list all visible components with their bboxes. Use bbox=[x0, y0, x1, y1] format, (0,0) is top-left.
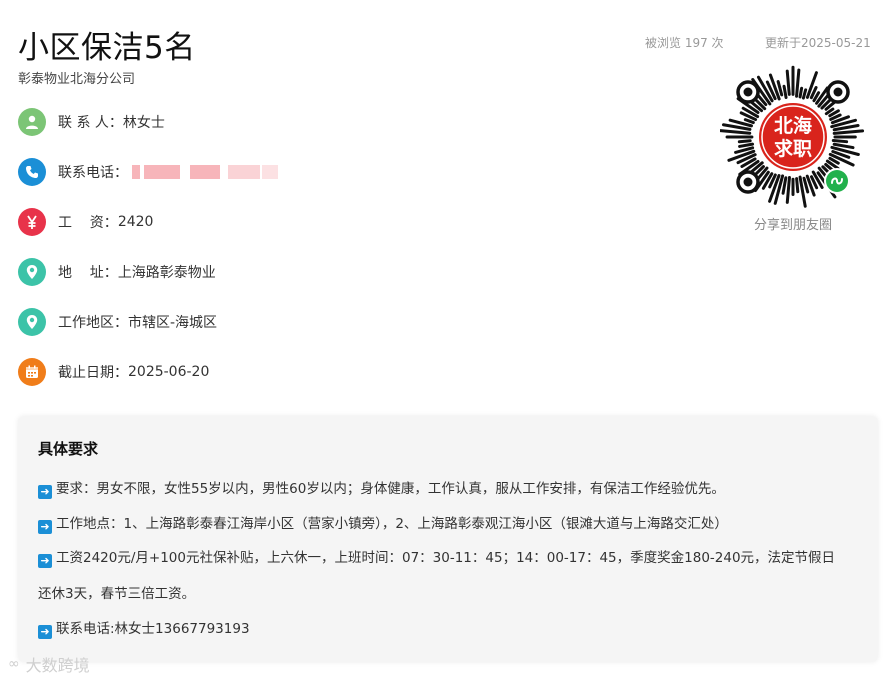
yen-icon bbox=[18, 208, 46, 236]
watermark: ∞ 大数跨境 bbox=[8, 652, 90, 676]
right-arrow-icon: ➜ bbox=[38, 520, 52, 534]
phone-label: 联系电话： bbox=[58, 165, 128, 181]
share-to-moments[interactable]: 分享到朋友圈 bbox=[700, 214, 886, 233]
requirement-line: ➜ 工资2420元/月+100元社保补贴，上六休一，上班时间：07：30-11：4… bbox=[38, 546, 835, 568]
qr-ray bbox=[795, 177, 800, 194]
qr-logo-text-bottom: 求职 bbox=[774, 137, 812, 160]
salary-row: 工 资： 2420 bbox=[18, 207, 153, 237]
contact-phone-text: 联系电话:林女士13667793193 bbox=[56, 621, 250, 637]
requirement-line: ➜ 工作地点：1、上海路彰泰春江海岸小区（营家小镇旁），2、上海路彰泰观江海小区（… bbox=[38, 512, 728, 534]
qr-ray bbox=[832, 129, 865, 135]
requirement-line-continued: 还休3天，春节三倍工资。 bbox=[38, 582, 195, 602]
salary-detail-text: 工资2420元/月+100元社保补贴，上六休一，上班时间：07：30-11：45… bbox=[56, 550, 836, 566]
qr-ray bbox=[831, 139, 849, 144]
job-title: 小区保洁5名 bbox=[18, 30, 196, 66]
requirements-title: 具体要求 bbox=[38, 440, 99, 458]
person-icon bbox=[18, 108, 46, 136]
qr-ray bbox=[737, 139, 752, 144]
location-pin-icon bbox=[18, 308, 46, 336]
qr-ray bbox=[785, 175, 791, 204]
qr-logo-text-top: 北海 bbox=[774, 114, 812, 137]
right-arrow-icon: ➜ bbox=[38, 625, 52, 639]
address-value: 上海路彰泰物业 bbox=[117, 265, 216, 281]
deadline-row: 截止日期： 2025-06-20 bbox=[18, 357, 209, 387]
mini-program-qr-code[interactable]: 北海 求职 bbox=[719, 64, 866, 210]
requirement-line: ➜ 要求：男女不限，女性55岁以内，男性60岁以内；身体健康，工作认真，服从工作安… bbox=[38, 477, 725, 499]
phone-row: 联系电话： bbox=[18, 157, 278, 187]
qr-finder-eye-center bbox=[833, 87, 843, 97]
qr-ray bbox=[801, 88, 808, 100]
requirement-text: 要求：男女不限，女性55岁以内，男性60岁以内；身体健康，工作认真，服从工作安排… bbox=[56, 481, 725, 497]
contact-value: 林女士 bbox=[122, 115, 165, 131]
address-label: 地 址： bbox=[58, 265, 118, 281]
qr-finder-eye-center bbox=[743, 177, 753, 187]
address-row: 地 址： 上海路彰泰物业 bbox=[18, 257, 216, 287]
area-label: 工作地区： bbox=[58, 315, 128, 331]
qr-ray bbox=[785, 69, 791, 96]
area-value: 市辖区-海城区 bbox=[128, 315, 218, 331]
right-arrow-icon: ➜ bbox=[38, 485, 52, 499]
location-pin-icon bbox=[18, 258, 46, 286]
calendar-icon bbox=[18, 358, 46, 386]
right-arrow-icon: ➜ bbox=[38, 554, 52, 568]
requirements-card: 具体要求 ➜ 要求：男女不限，女性55岁以内，男性60岁以内；身体健康，工作认真，… bbox=[18, 416, 878, 662]
view-count: 被浏览 197 次 bbox=[645, 36, 724, 50]
phone-icon bbox=[18, 158, 46, 186]
qr-ray bbox=[782, 84, 788, 100]
qr-ray bbox=[738, 142, 755, 148]
requirement-line: ➜ 联系电话:林女士13667793193 bbox=[38, 617, 250, 639]
qr-ray bbox=[776, 80, 784, 97]
qr-ray bbox=[795, 68, 801, 98]
qr-ray bbox=[781, 176, 788, 195]
deadline-value: 2025-06-20 bbox=[128, 364, 210, 380]
qr-ray bbox=[743, 118, 755, 125]
qr-logo-circle bbox=[759, 103, 827, 171]
salary-value: 2420 bbox=[117, 214, 154, 230]
qr-code-graphic: 北海 求职 bbox=[719, 65, 865, 208]
contact-row: 联 系 人： 林女士 bbox=[18, 107, 165, 137]
watermark-text: 大数跨境 bbox=[25, 656, 90, 675]
qr-ray bbox=[832, 142, 855, 150]
qr-ray bbox=[798, 86, 804, 99]
contact-label: 联 系 人： bbox=[58, 115, 123, 131]
salary-detail-text-continued: 还休3天，春节三倍工资。 bbox=[38, 586, 196, 602]
salary-label: 工 资： bbox=[58, 215, 118, 231]
phone-redacted bbox=[132, 163, 278, 181]
qr-ray bbox=[719, 129, 752, 135]
deadline-label: 截止日期： bbox=[58, 365, 128, 381]
company-name: 彰泰物业北海分公司 bbox=[18, 72, 136, 87]
work-location-text: 工作地点：1、上海路彰泰春江海岸小区（营家小镇旁），2、上海路彰泰观江海小区（银… bbox=[56, 516, 728, 532]
qr-finder-eye-center bbox=[743, 87, 753, 97]
updated-date: 更新于2025-05-21 bbox=[765, 36, 871, 50]
area-row: 工作地区： 市辖区-海城区 bbox=[18, 307, 217, 337]
watermark-logo-icon: ∞ bbox=[8, 656, 20, 672]
